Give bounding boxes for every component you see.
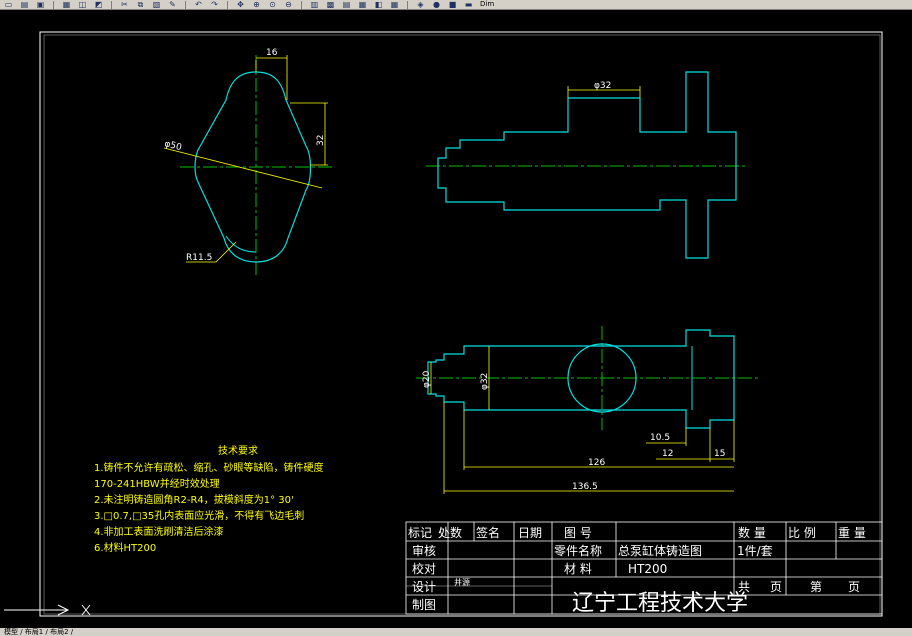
- tech-req-line-5: 4.非加工表面洗刷清洁后涂漆: [94, 525, 224, 538]
- dim-phi20-label: φ20: [422, 370, 432, 388]
- preview-icon[interactable]: ◫: [76, 0, 89, 9]
- calculator-icon[interactable]: ▦: [388, 0, 401, 9]
- tb-design: 设计: [412, 580, 436, 594]
- tb-draft: 制图: [412, 598, 436, 612]
- tb-drawing-no: 图 号: [564, 526, 592, 540]
- undo-icon[interactable]: ↶: [192, 0, 205, 9]
- redo-icon[interactable]: ↷: [208, 0, 221, 9]
- toolbar-separator: [185, 0, 186, 9]
- tb-marker: 标记: [408, 526, 432, 540]
- front-view: 16 32 φ50 R11.5: [163, 48, 335, 275]
- copy-icon[interactable]: ⧉: [134, 0, 147, 9]
- bottom-view: φ20 φ32 10.5 12 15 126 136.5: [416, 326, 760, 494]
- layout-tabs-bar[interactable]: 模型 / 布局1 / 布局2 /: [0, 628, 912, 636]
- tb-page1: 页: [770, 580, 782, 594]
- design-center-icon[interactable]: ▩: [324, 0, 337, 9]
- properties-icon[interactable]: ▥: [308, 0, 321, 9]
- tb-pieces: 1件/套: [737, 544, 773, 558]
- tech-requirements: 技术要求 1.铸件不允许有疏松、缩孔、砂眼等缺陷，铸件硬度 170-241HBW…: [94, 444, 324, 554]
- cut-icon[interactable]: ✂: [118, 0, 131, 9]
- side-view: φ32: [426, 71, 746, 259]
- dim-1365-label: 136.5: [572, 482, 598, 492]
- tb-page2: 页: [848, 580, 860, 594]
- plot-icon[interactable]: ◩: [92, 0, 105, 9]
- toolbar-separator: [53, 0, 54, 9]
- tb-weight: 重 量: [838, 526, 866, 540]
- dim-phi50-line: [163, 147, 323, 189]
- dim-phi32-label: φ32: [594, 81, 611, 91]
- dim-32-label: 32: [316, 135, 326, 146]
- layer-icon[interactable]: ◈: [414, 0, 427, 9]
- tech-req-line-4: 3.□0.7,□35孔内表面应光滑，不得有飞边毛刺: [94, 509, 304, 522]
- zoom-window-icon[interactable]: ⊙: [266, 0, 279, 9]
- title-block-text: 标记 处数 签名 日期 图 号 数 量 比 例 重 量 审核 校对 设计 制图 …: [408, 525, 866, 616]
- ucs-icon: [4, 604, 91, 616]
- dim-r115-label: R11.5: [186, 253, 212, 263]
- side-view-outline: [437, 71, 737, 259]
- tb-material-label: 材 料: [564, 562, 592, 576]
- bottom-view-outline: [427, 329, 735, 429]
- tech-req-line-6: 6.材料HT200: [94, 541, 156, 554]
- tech-req-line-3: 2.未注明铸造圆角R2-R4，拔模斜度为1° 30': [94, 493, 294, 506]
- dim-16-label: 16: [266, 48, 278, 58]
- tb-nth: 第: [810, 580, 822, 594]
- tb-review: 审核: [412, 543, 436, 558]
- toolbar-separator: [301, 0, 302, 9]
- tb-proofread: 校对: [412, 561, 436, 576]
- markup-icon[interactable]: ◧: [372, 0, 385, 9]
- tb-ratio: 比 例: [788, 526, 816, 540]
- toolbar-separator: [407, 0, 408, 9]
- tech-req-line-2: 170-241HBW并经时效处理: [94, 477, 220, 490]
- tb-quantity: 数 量: [738, 525, 766, 540]
- dim-105-label: 10.5: [650, 433, 670, 443]
- drawing-svg: 16 32 φ50 R11.5 φ32 φ20 φ32 10.5 12 15 1…: [4, 31, 883, 617]
- pan-icon[interactable]: ✥: [234, 0, 247, 9]
- new-file-icon[interactable]: ▭: [2, 0, 15, 9]
- linetype-icon[interactable]: ▬: [462, 0, 475, 9]
- tb-date: 日期: [518, 526, 542, 540]
- save-icon[interactable]: ▣: [34, 0, 47, 9]
- tb-school: 辽宁工程技术大学: [572, 591, 748, 616]
- tb-sign: 签名: [476, 525, 500, 540]
- tech-req-line-1: 1.铸件不允许有疏松、缩孔、砂眼等缺陷，铸件硬度: [94, 461, 324, 474]
- layer-state-icon[interactable]: ●: [430, 0, 443, 9]
- tb-count: 处数: [438, 525, 462, 540]
- match-icon[interactable]: ✎: [166, 0, 179, 9]
- tb-part-name: 总泵缸体铸造图: [618, 543, 702, 558]
- front-view-fillet: [225, 235, 257, 253]
- open-file-icon[interactable]: ▤: [18, 0, 31, 9]
- tb-part-name-label: 零件名称: [554, 543, 602, 558]
- tb-designer-name: 井源: [454, 577, 470, 587]
- dim-style-label[interactable]: Dim: [480, 0, 494, 9]
- tool-palettes-icon[interactable]: ▤: [340, 0, 353, 9]
- drawing-canvas[interactable]: 16 32 φ50 R11.5 φ32 φ20 φ32 10.5 12 15 1…: [0, 10, 912, 628]
- zoom-previous-icon[interactable]: ⊖: [282, 0, 295, 9]
- dim-phi32b-label: φ32: [480, 373, 490, 390]
- tech-req-title: 技术要求: [218, 444, 258, 457]
- dim-12-label: 12: [662, 449, 673, 459]
- toolbar-separator: [111, 0, 112, 9]
- sheet-set-icon[interactable]: ▦: [356, 0, 369, 9]
- standard-toolbar: ▭ ▤ ▣ ▦ ◫ ◩ ✂ ⧉ ▧ ✎ ↶ ↷ ✥ ⊕ ⊙ ⊖ ▥ ▩ ▤ ▦ …: [0, 0, 912, 10]
- color-icon[interactable]: ■: [446, 0, 459, 9]
- print-icon[interactable]: ▦: [60, 0, 73, 9]
- toolbar-separator: [227, 0, 228, 9]
- layout-tabs-label[interactable]: 模型 / 布局1 / 布局2 /: [4, 628, 73, 636]
- dim-phi50-label: φ50: [163, 139, 183, 153]
- dim-15-label: 15: [714, 449, 725, 459]
- dim-126-label: 126: [588, 458, 605, 468]
- zoom-realtime-icon[interactable]: ⊕: [250, 0, 263, 9]
- tb-material: HT200: [628, 562, 667, 576]
- paste-icon[interactable]: ▧: [150, 0, 163, 9]
